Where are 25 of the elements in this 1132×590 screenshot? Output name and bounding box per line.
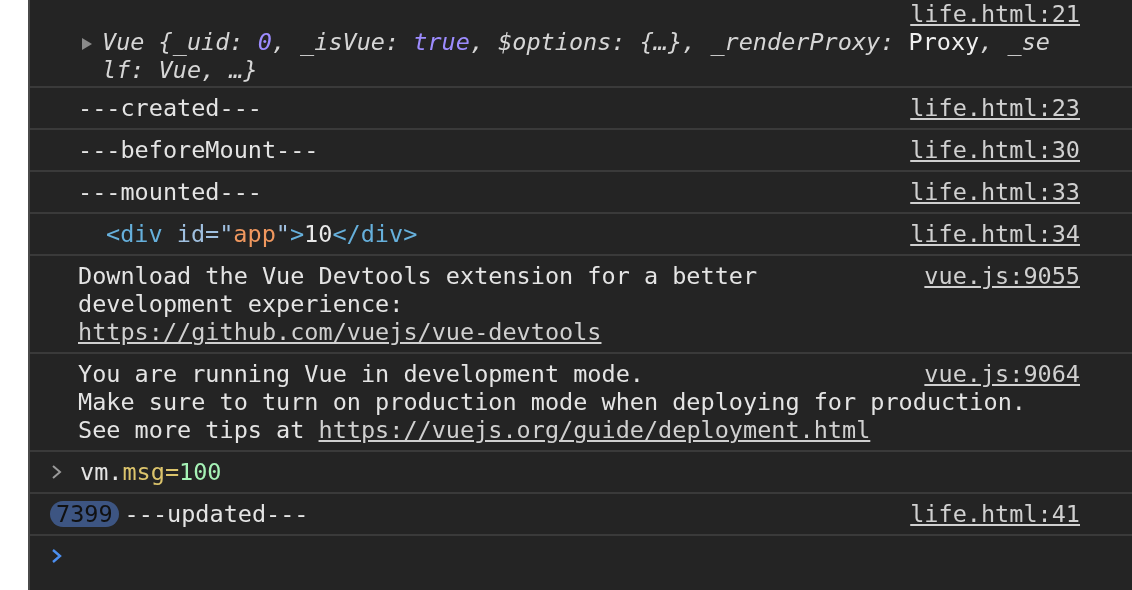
source-link[interactable]: vue.js:9055 xyxy=(924,262,1080,290)
chevron-icon xyxy=(52,465,62,479)
source-link[interactable]: life.html:41 xyxy=(910,500,1080,528)
expand-arrow-icon[interactable] xyxy=(82,38,92,50)
log-text: ---updated--- xyxy=(124,500,310,528)
repeat-count-badge: 7399 xyxy=(50,501,119,527)
log-text: ---beforeMount--- xyxy=(78,136,320,164)
url-link[interactable]: https://github.com/vuejs/vue-devtools xyxy=(78,318,602,346)
log-text: ---created--- xyxy=(78,94,263,122)
source-link[interactable]: vue.js:9064 xyxy=(924,360,1080,388)
source-link[interactable]: life.html:23 xyxy=(910,94,1080,122)
source-link[interactable]: life.html:33 xyxy=(910,178,1080,206)
log-text: See more tips at xyxy=(78,416,306,444)
log-text: Download the Vue Devtools extension for a better development experience: xyxy=(78,262,758,318)
command-text: vm.msg=100 xyxy=(80,458,223,486)
element-preview[interactable]: <div id="app">10</div> xyxy=(78,220,418,248)
prompt-chevron-icon[interactable] xyxy=(52,549,62,563)
url-link[interactable]: https://vuejs.org/guide/deployment.html xyxy=(318,416,871,444)
log-text: Make sure to turn on production mode when deploying for production. xyxy=(78,388,1026,416)
source-link[interactable]: life.html:30 xyxy=(910,136,1080,164)
source-link[interactable]: life.html:34 xyxy=(910,220,1080,248)
source-link[interactable]: life.html:21 xyxy=(910,0,1080,28)
object-preview: Vue {_uid: 0, _isVue: true, $options: {…}, _renderProxy: Proxy, _self: Vue, …} xyxy=(102,28,1051,84)
log-text: ---mounted--- xyxy=(78,178,263,206)
log-text: You are running Vue in development mode. xyxy=(78,360,644,388)
